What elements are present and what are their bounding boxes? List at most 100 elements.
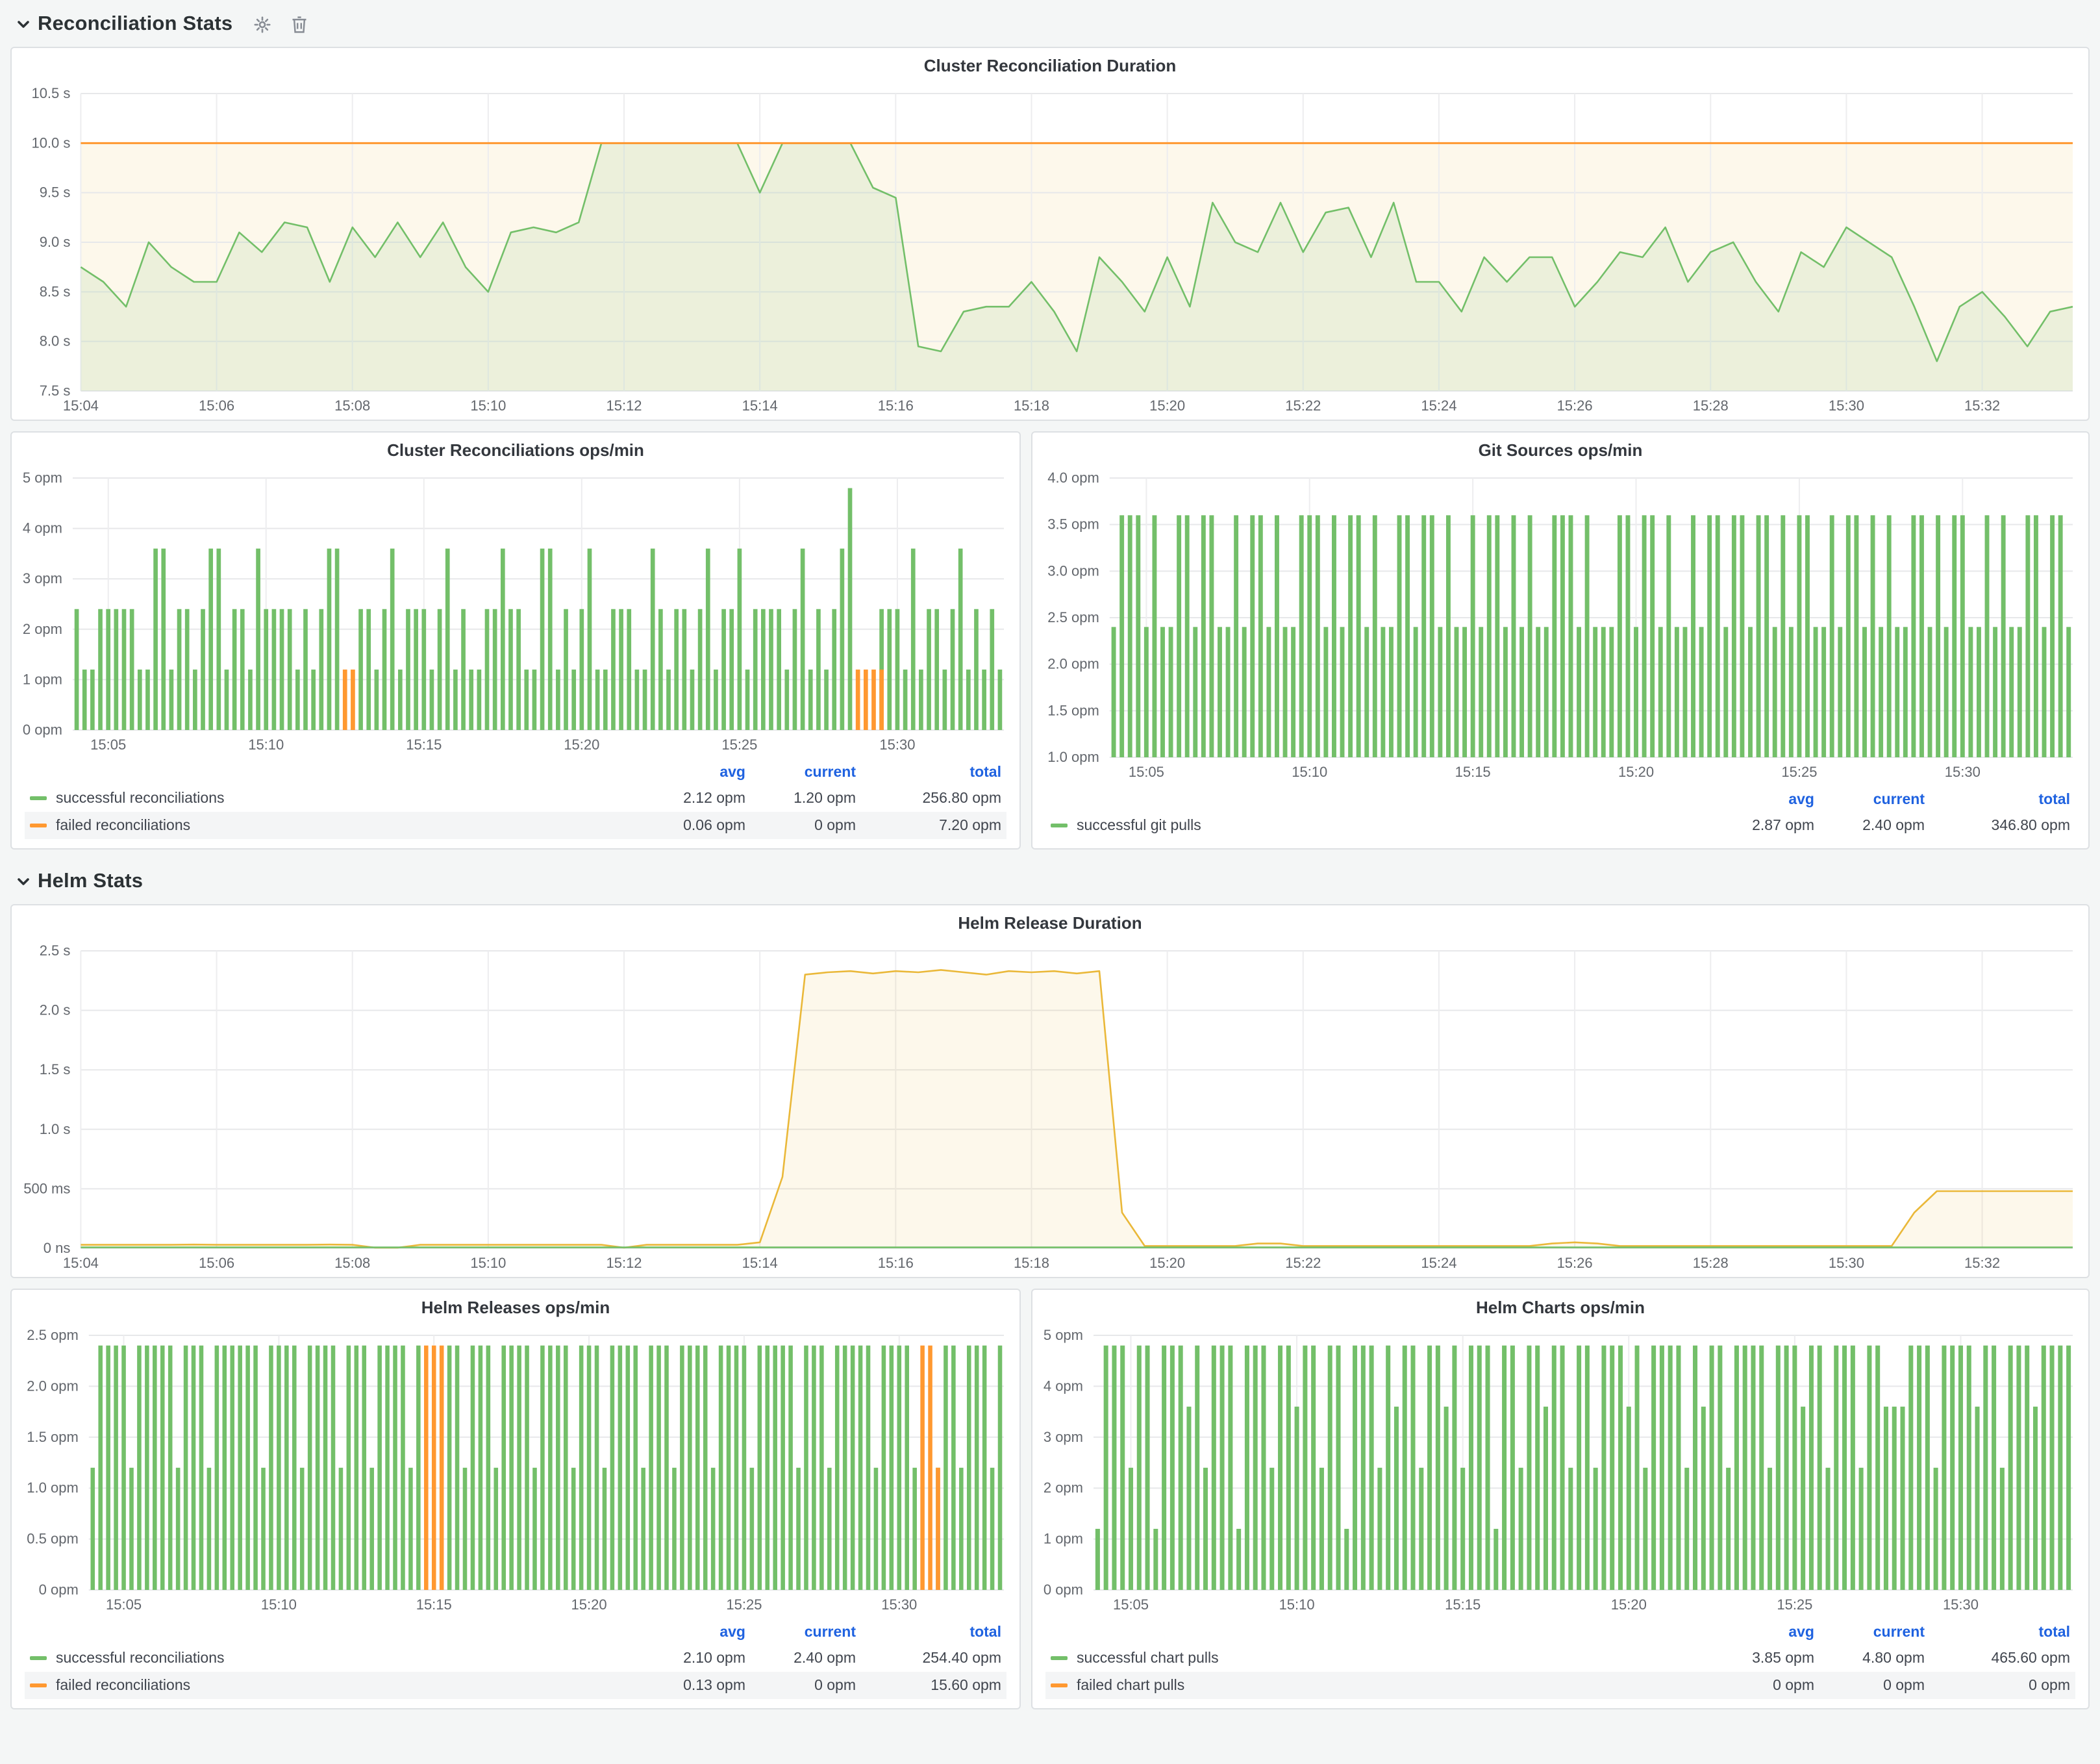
bar[interactable] bbox=[485, 609, 490, 730]
bar[interactable] bbox=[564, 1346, 568, 1590]
bar[interactable] bbox=[784, 670, 789, 730]
bar[interactable] bbox=[1527, 1346, 1531, 1590]
bar[interactable] bbox=[1960, 515, 1965, 757]
bar[interactable] bbox=[161, 549, 166, 730]
bar[interactable] bbox=[1430, 515, 1434, 757]
bar[interactable] bbox=[874, 1468, 879, 1590]
bar[interactable] bbox=[2042, 627, 2047, 757]
bar[interactable] bbox=[682, 609, 686, 730]
legend-header-current[interactable]: current bbox=[1814, 792, 1925, 807]
bar[interactable] bbox=[401, 1346, 405, 1590]
bar[interactable] bbox=[1842, 1346, 1847, 1590]
bar[interactable] bbox=[215, 1346, 219, 1590]
bar[interactable] bbox=[114, 609, 118, 730]
bar[interactable] bbox=[879, 670, 884, 730]
bar[interactable] bbox=[1242, 627, 1247, 757]
legend-header-total[interactable]: total bbox=[856, 764, 1001, 780]
bar[interactable] bbox=[1128, 515, 1132, 757]
bar[interactable] bbox=[137, 1346, 142, 1590]
bar[interactable] bbox=[1286, 1346, 1291, 1590]
bar[interactable] bbox=[201, 609, 205, 730]
bar[interactable] bbox=[106, 609, 110, 730]
bar[interactable] bbox=[1381, 627, 1385, 757]
bar[interactable] bbox=[564, 609, 568, 730]
bar[interactable] bbox=[245, 1346, 250, 1590]
bar[interactable] bbox=[461, 609, 466, 730]
bar[interactable] bbox=[788, 1346, 793, 1590]
plot-p1[interactable]: 10.5 s10.0 s9.5 s9.0 s8.5 s8.0 s7.5 s15:… bbox=[12, 83, 2088, 420]
bar[interactable] bbox=[1258, 515, 1263, 757]
bar[interactable] bbox=[284, 1346, 289, 1590]
bar[interactable] bbox=[658, 609, 663, 730]
bar[interactable] bbox=[1884, 1407, 1888, 1590]
bar[interactable] bbox=[385, 1346, 390, 1590]
bar[interactable] bbox=[1983, 1346, 1988, 1590]
bar[interactable] bbox=[1486, 1346, 1490, 1590]
bar[interactable] bbox=[711, 1468, 716, 1590]
bar[interactable] bbox=[1887, 515, 1892, 757]
bar[interactable] bbox=[225, 670, 229, 730]
series-successful-chart-pulls[interactable] bbox=[1095, 1346, 2071, 1590]
bar[interactable] bbox=[1112, 627, 1116, 757]
bar[interactable] bbox=[524, 670, 529, 730]
bar[interactable] bbox=[920, 1346, 925, 1590]
bar[interactable] bbox=[311, 670, 316, 730]
chart-cluster-reconciliations-opm[interactable]: 5 opm4 opm3 opm2 opm1 opm0 opm15:0515:10… bbox=[12, 468, 1019, 759]
bar[interactable] bbox=[1389, 627, 1394, 757]
bar[interactable] bbox=[1552, 515, 1556, 757]
bar[interactable] bbox=[1710, 1346, 1714, 1590]
bar[interactable] bbox=[618, 1346, 623, 1590]
bar[interactable] bbox=[1328, 1346, 1332, 1590]
bar[interactable] bbox=[695, 1346, 700, 1590]
bar[interactable] bbox=[540, 1346, 545, 1590]
bar[interactable] bbox=[479, 1346, 483, 1590]
bar[interactable] bbox=[1291, 627, 1295, 757]
bar[interactable] bbox=[734, 1346, 739, 1590]
bar[interactable] bbox=[382, 609, 387, 730]
bar[interactable] bbox=[1373, 515, 1377, 757]
bar[interactable] bbox=[421, 609, 426, 730]
bar[interactable] bbox=[998, 670, 1003, 730]
bar[interactable] bbox=[1950, 1346, 1955, 1590]
plot-p4[interactable]: 2.5 s2.0 s1.5 s1.0 s500 ms0 ns15:0415:06… bbox=[12, 940, 2088, 1277]
section-title[interactable]: Reconciliation Stats bbox=[38, 13, 232, 36]
bar[interactable] bbox=[840, 549, 845, 730]
bar[interactable] bbox=[1903, 627, 1908, 757]
bar[interactable] bbox=[393, 1346, 397, 1590]
bar[interactable] bbox=[982, 1346, 987, 1590]
bar[interactable] bbox=[1626, 515, 1631, 757]
bar[interactable] bbox=[674, 609, 679, 730]
bar[interactable] bbox=[1560, 1346, 1565, 1590]
bar[interactable] bbox=[168, 1346, 173, 1590]
legend-header-current[interactable]: current bbox=[1814, 1624, 1925, 1640]
bar[interactable] bbox=[882, 1346, 886, 1590]
section-header-reconciliation-stats[interactable]: Reconciliation Stats bbox=[10, 3, 2090, 47]
bar[interactable] bbox=[579, 1346, 584, 1590]
bar[interactable] bbox=[1160, 627, 1165, 757]
bar[interactable] bbox=[1438, 627, 1442, 757]
bar[interactable] bbox=[1928, 627, 1932, 757]
bar[interactable] bbox=[153, 1346, 157, 1590]
bar[interactable] bbox=[516, 609, 521, 730]
bar[interactable] bbox=[1668, 1346, 1673, 1590]
bar[interactable] bbox=[1120, 1346, 1125, 1590]
bar[interactable] bbox=[777, 609, 781, 730]
bar[interactable] bbox=[943, 670, 947, 730]
bar[interactable] bbox=[261, 1468, 266, 1590]
bar[interactable] bbox=[1319, 1468, 1324, 1590]
bar[interactable] bbox=[2016, 1346, 2021, 1590]
section-header-helm-stats[interactable]: Helm Stats bbox=[10, 860, 2090, 904]
bar[interactable] bbox=[619, 609, 623, 730]
bar[interactable] bbox=[114, 1346, 118, 1590]
bar[interactable] bbox=[463, 1468, 468, 1590]
bar[interactable] bbox=[912, 1468, 917, 1590]
bar[interactable] bbox=[548, 1346, 553, 1590]
gear-icon[interactable] bbox=[253, 16, 271, 34]
bar[interactable] bbox=[1569, 515, 1573, 757]
bar[interactable] bbox=[1170, 1346, 1175, 1590]
bar[interactable] bbox=[216, 549, 221, 730]
bar[interactable] bbox=[1479, 627, 1483, 757]
bar[interactable] bbox=[1830, 515, 1834, 757]
bar[interactable] bbox=[1528, 515, 1532, 757]
bar[interactable] bbox=[145, 670, 150, 730]
